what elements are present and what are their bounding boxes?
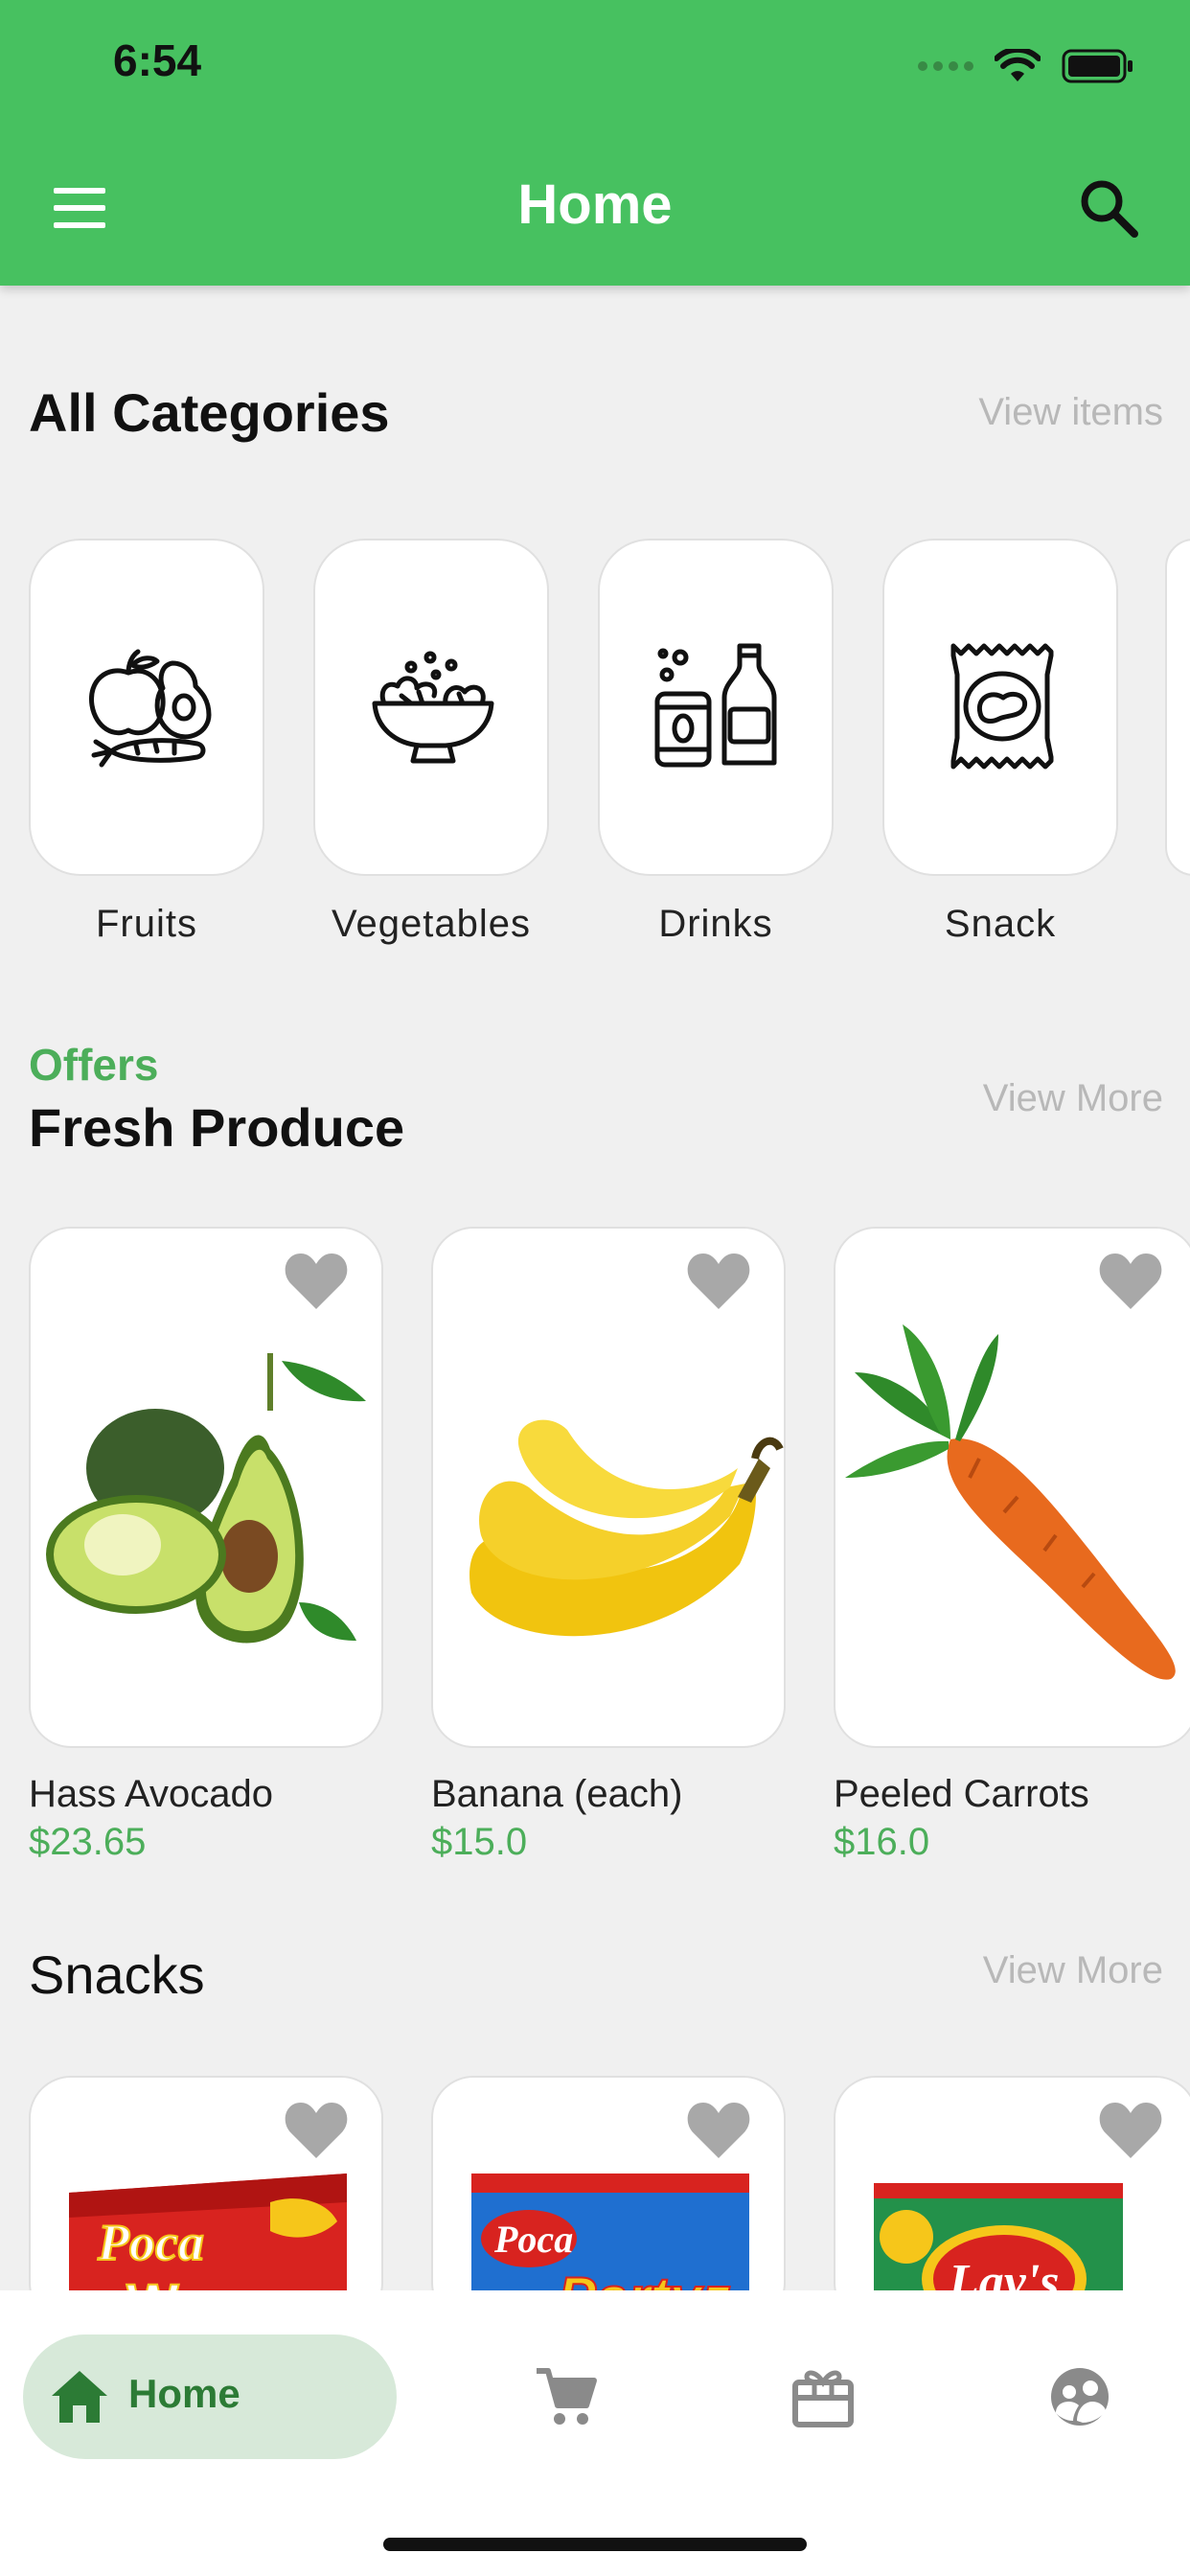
product-price: $15.0	[431, 1821, 528, 1863]
banana-image	[469, 1419, 784, 1637]
profile-icon[interactable]	[1048, 2365, 1111, 2428]
poca-partyz-brand: Poca	[493, 2218, 573, 2261]
fruits-icon	[89, 649, 212, 768]
nav-home-tab[interactable]: Home	[23, 2334, 397, 2459]
fresh-produce-title: Fresh Produce	[29, 1097, 405, 1158]
battery-icon	[1062, 49, 1133, 83]
categories-title: All Categories	[29, 382, 390, 443]
category-card-fruits[interactable]	[29, 539, 264, 876]
favorite-heart-icon[interactable]	[284, 1252, 349, 1311]
page-title: Home	[517, 173, 673, 236]
category-card-snack[interactable]	[882, 539, 1118, 876]
search-icon[interactable]	[1077, 176, 1140, 240]
category-card-partial[interactable]	[1165, 539, 1190, 876]
cellular-signal-icon	[918, 61, 973, 71]
salad-bowl-icon	[372, 651, 494, 764]
home-icon	[52, 2371, 107, 2423]
product-card-avocado[interactable]	[29, 1227, 383, 1748]
category-card-vegetables[interactable]	[313, 539, 549, 876]
category-card-drinks[interactable]	[598, 539, 834, 876]
product-price: $23.65	[29, 1821, 147, 1863]
favorite-heart-icon[interactable]	[1098, 1252, 1163, 1311]
snacks-view-more-link[interactable]: View More	[983, 1949, 1163, 1992]
category-label-snack: Snack	[944, 903, 1057, 945]
favorite-heart-icon[interactable]	[686, 1252, 751, 1311]
view-items-link[interactable]: View items	[978, 391, 1163, 434]
nav-home-label: Home	[128, 2371, 240, 2416]
snack-card-poca-partyz[interactable]: Poca Partyz	[431, 2076, 786, 2325]
drinks-icon	[654, 643, 777, 768]
product-price: $16.0	[834, 1821, 930, 1863]
snack-bag-icon	[950, 643, 1054, 770]
app-bar: 6:54 Home	[0, 0, 1190, 286]
gift-icon[interactable]	[791, 2365, 855, 2428]
category-label-vegetables: Vegetables	[332, 903, 531, 945]
poca-wavy-brand: Poca	[97, 2214, 204, 2271]
product-name: Hass Avocado	[29, 1773, 273, 1815]
favorite-heart-icon[interactable]	[686, 2101, 751, 2160]
product-card-banana[interactable]	[431, 1227, 786, 1748]
product-name: Peeled Carrots	[834, 1773, 1089, 1815]
cart-icon[interactable]	[535, 2365, 598, 2428]
home-indicator	[383, 2538, 807, 2551]
wifi-icon	[995, 49, 1041, 81]
snacks-title: Snacks	[29, 1944, 205, 2005]
snack-card-poca-wavy[interactable]: Poca Wavy	[29, 2076, 383, 2325]
category-label-fruits: Fruits	[96, 903, 197, 945]
snack-card-lays[interactable]: Lay's	[834, 2076, 1190, 2325]
favorite-heart-icon[interactable]	[1098, 2101, 1163, 2160]
avocado-image	[46, 1353, 366, 1644]
offers-label: Offers	[29, 1040, 159, 1090]
product-card-carrot[interactable]	[834, 1227, 1190, 1748]
produce-view-more-link[interactable]: View More	[983, 1077, 1163, 1120]
product-name: Banana (each)	[431, 1773, 683, 1815]
status-time: 6:54	[113, 35, 202, 85]
status-indicators	[918, 42, 1134, 90]
category-label-drinks: Drinks	[658, 903, 773, 945]
carrot-image	[845, 1324, 1176, 1680]
